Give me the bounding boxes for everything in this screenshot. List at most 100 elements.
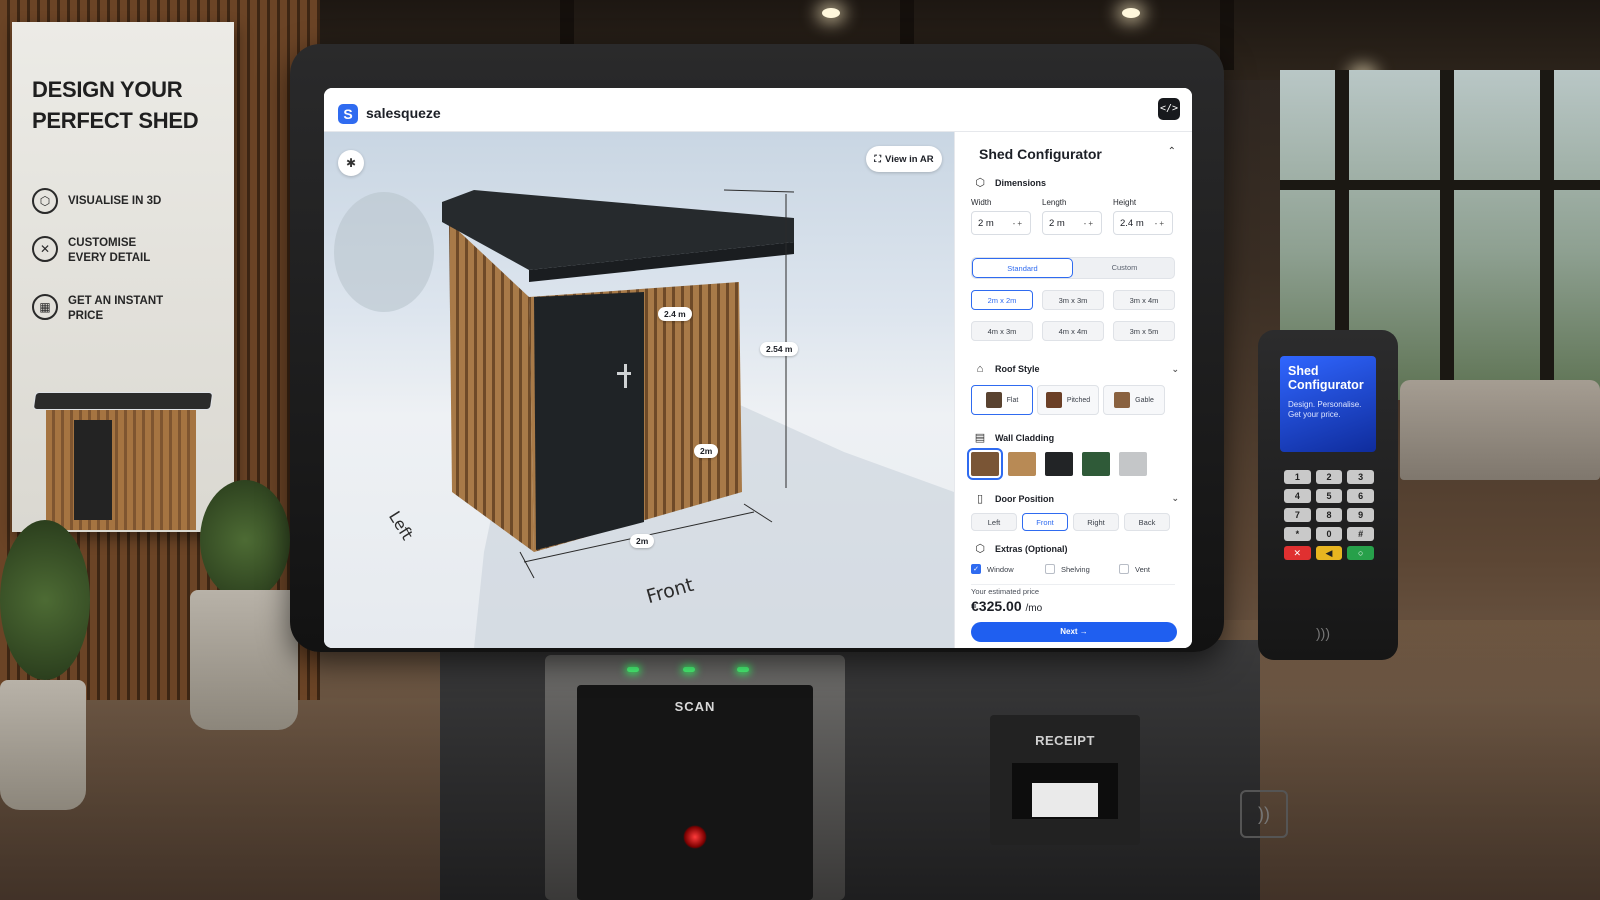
size-option[interactable]: 4m x 4m [1042, 321, 1104, 341]
window-frame [1540, 70, 1554, 400]
roof-option-pitched[interactable]: Pitched [1037, 385, 1099, 415]
extra-shelving[interactable]: Shelving [1045, 564, 1101, 574]
roof-option-flat[interactable]: Flat [971, 385, 1033, 415]
size-option[interactable]: 3m x 4m [1113, 290, 1175, 310]
size-option[interactable]: 4m x 3m [971, 321, 1033, 341]
shed-door [74, 420, 112, 520]
confirm-key[interactable]: ○ [1347, 546, 1374, 560]
door-option[interactable]: Left [971, 513, 1017, 531]
door-option[interactable]: Front [1022, 513, 1068, 531]
keypad-key[interactable]: 0 [1315, 527, 1343, 541]
height-stepper[interactable]: 2.4 m -+ [1113, 211, 1173, 235]
price-value: €325.00 [971, 598, 1022, 614]
height-value: 2.4 m [1120, 217, 1144, 229]
width-value: 2 m [978, 217, 994, 229]
cancel-key[interactable]: ✕ [1284, 546, 1311, 560]
3d-viewport[interactable]: ✱ ⛶ View in AR 2.4 m 2.54 m 2m 2m Left F… [324, 132, 954, 648]
scan-label: SCAN [674, 699, 716, 714]
door-position-section[interactable]: ▯ Door Position ⌄ [973, 492, 1179, 505]
ceiling-beam [1220, 0, 1234, 70]
clear-key[interactable]: ◀ [1315, 546, 1343, 560]
banner-feature-label: CUSTOMISE EVERY DETAIL [68, 237, 151, 264]
keypad-key[interactable]: * [1284, 527, 1311, 541]
size-option[interactable]: 2m x 2m [971, 290, 1033, 310]
stepper-controls[interactable]: -+ [1155, 219, 1166, 228]
stepper-controls[interactable]: -+ [1084, 219, 1095, 228]
door-option[interactable]: Right [1073, 513, 1119, 531]
shed-3d-model[interactable] [324, 132, 954, 648]
keypad-key[interactable]: # [1347, 527, 1374, 541]
price-amount: €325.00 /mo [971, 598, 1042, 614]
banner-feature-label: VISUALISE IN 3D [68, 195, 162, 207]
terminal-subtitle: Design. Personalise. Get your price. [1288, 400, 1362, 419]
door-height-label: 2.4 m [658, 307, 692, 321]
keypad-key[interactable]: 6 [1347, 489, 1374, 503]
roof-options: Flat Pitched Gable [971, 385, 1165, 415]
banner-feature: ▦ GET AN INSTANT PRICE [32, 294, 168, 324]
door-handle [617, 372, 631, 375]
extras-section: ⬡ Extras (Optional) [973, 542, 1173, 555]
roof-style-section[interactable]: ⌂ Roof Style ⌄ [973, 363, 1179, 375]
length-stepper[interactable]: 2 m -+ [1042, 211, 1102, 235]
standard-option[interactable]: Standard [972, 258, 1073, 278]
gable-roof-thumbnail [1114, 392, 1131, 408]
price-period: /mo [1025, 603, 1043, 614]
planter-pot [0, 680, 86, 810]
cladding-swatches [967, 448, 1147, 480]
extras-label: Extras (Optional) [995, 543, 1068, 554]
calculator-icon: ▦ [32, 294, 58, 320]
next-button[interactable]: Next → [971, 622, 1177, 642]
length-field-label: Length [1042, 198, 1067, 207]
plant [0, 520, 90, 680]
roof-style-label: Roof Style [995, 364, 1040, 374]
size-option[interactable]: 3m x 3m [1042, 290, 1104, 310]
keypad-key[interactable]: 7 [1284, 508, 1311, 522]
cladding-swatch[interactable] [967, 448, 1003, 480]
extra-window[interactable]: ✓ Window [971, 564, 1027, 574]
door-option[interactable]: Back [1124, 513, 1170, 531]
view-in-ar-button[interactable]: ⛶ View in AR [866, 146, 942, 172]
keypad-key[interactable]: 2 [1315, 470, 1343, 484]
custom-option[interactable]: Custom [1074, 258, 1175, 278]
keypad-key[interactable]: 9 [1347, 508, 1374, 522]
keypad-key[interactable]: 8 [1315, 508, 1343, 522]
chevron-up-icon[interactable]: ⌃ [1168, 146, 1176, 157]
store-scene: DESIGN YOUR PERFECT SHED ⬡ VISUALISE IN … [0, 0, 1600, 900]
cladding-swatch[interactable] [1082, 452, 1110, 476]
keypad-key[interactable]: 3 [1347, 470, 1374, 484]
size-option[interactable]: 3m x 5m [1113, 321, 1175, 341]
roof-option-gable[interactable]: Gable [1103, 385, 1165, 415]
chevron-down-icon[interactable]: ⌄ [1171, 493, 1179, 504]
divider [971, 584, 1175, 585]
compass-icon[interactable]: ✱ [338, 150, 364, 176]
background-tree [334, 192, 434, 312]
app-header: S salesqueze </> [324, 88, 1192, 132]
receipt-printer: RECEIPT [990, 715, 1140, 845]
receipt-label: RECEIPT [1035, 733, 1095, 748]
stepper-controls[interactable]: -+ [1013, 219, 1024, 228]
cladding-swatch[interactable] [1119, 452, 1147, 476]
cube-icon: ⬡ [975, 177, 985, 189]
status-led [683, 667, 695, 672]
checkbox[interactable] [1119, 564, 1129, 574]
cladding-swatch[interactable] [1008, 452, 1036, 476]
promo-banner: DESIGN YOUR PERFECT SHED ⬡ VISUALISE IN … [12, 22, 234, 532]
height-field: Height 2.4 m -+ [1113, 198, 1173, 235]
width-field-label: Width [971, 198, 992, 207]
banner-heading: DESIGN YOUR PERFECT SHED [32, 77, 199, 133]
embed-code-button[interactable]: </> [1158, 98, 1180, 120]
barcode-scanner: SCAN [545, 655, 845, 900]
keypad-key[interactable]: 5 [1315, 489, 1343, 503]
keypad-key[interactable]: 4 [1284, 489, 1311, 503]
checkbox[interactable] [1045, 564, 1055, 574]
width-stepper[interactable]: 2 m -+ [971, 211, 1031, 235]
checkbox-checked[interactable]: ✓ [971, 564, 981, 574]
keypad-key[interactable]: 1 [1284, 470, 1311, 484]
configurator-panel: Shed Configurator ⌃ ⬡ Dimensions Width 2… [954, 132, 1192, 648]
extra-label: Window [987, 564, 1014, 574]
total-height-label: 2.54 m [760, 342, 799, 356]
cladding-swatch[interactable] [1045, 452, 1073, 476]
banner-shed-image [32, 392, 214, 532]
extra-vent[interactable]: Vent [1119, 564, 1175, 574]
chevron-down-icon[interactable]: ⌄ [1171, 364, 1179, 375]
